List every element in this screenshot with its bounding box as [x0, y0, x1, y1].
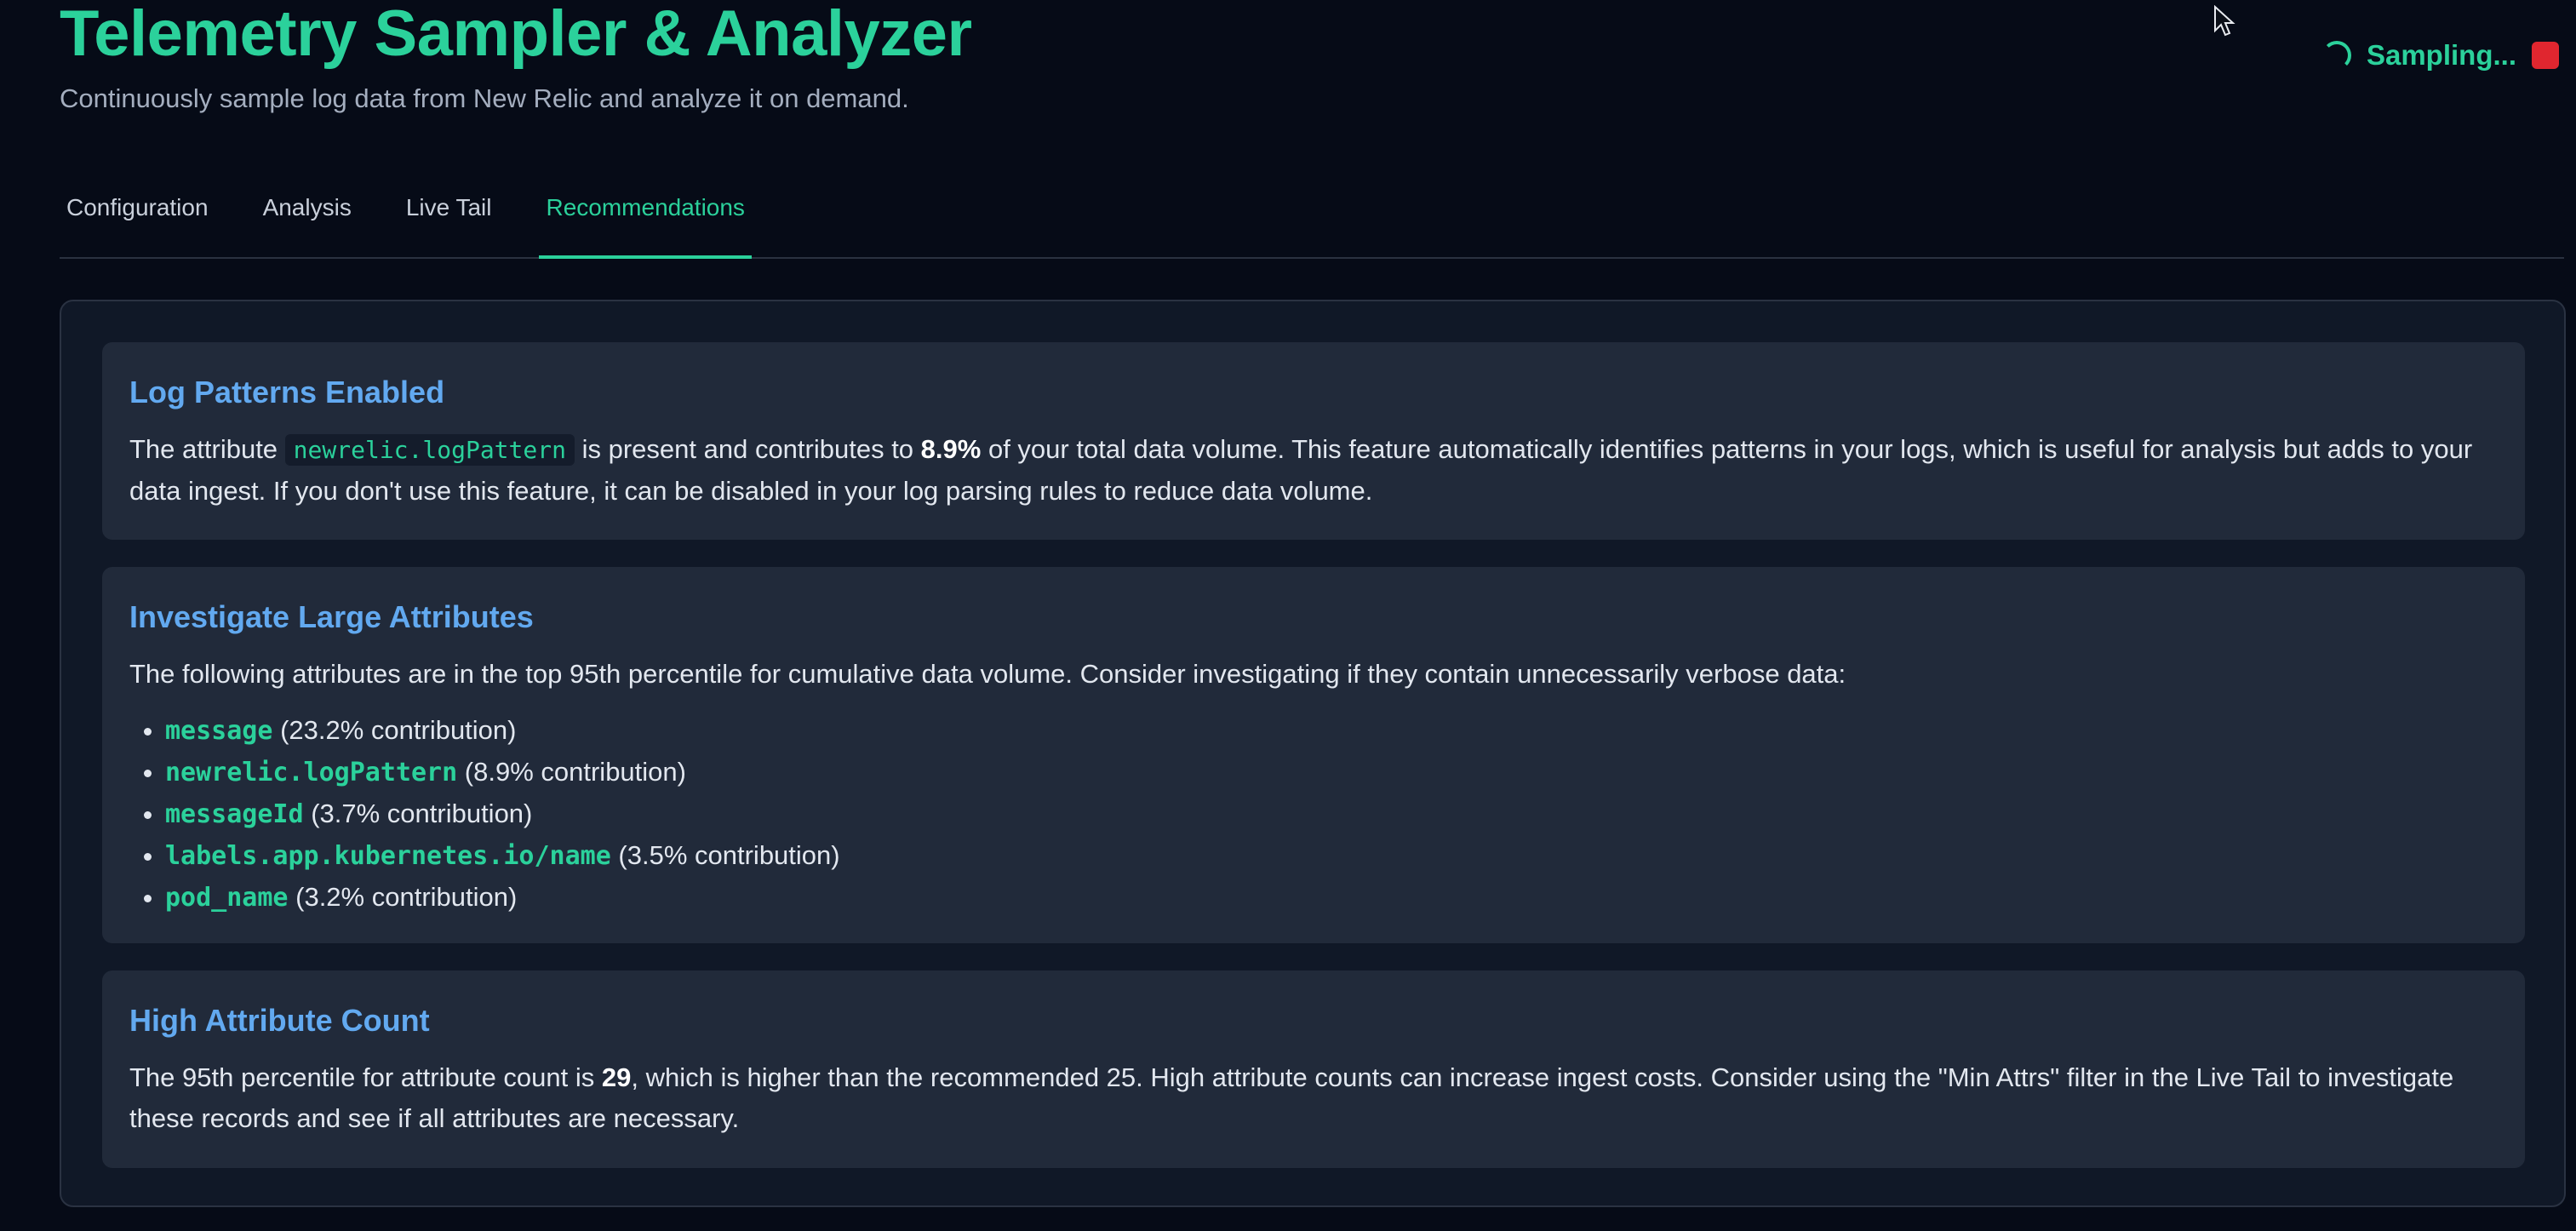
attribute-detail: (23.2% contribution): [280, 715, 517, 745]
card-body: The attribute newrelic.logPattern is pre…: [129, 429, 2498, 512]
tab-analysis[interactable]: Analysis: [256, 167, 358, 259]
sampling-status-label: Sampling...: [2366, 39, 2516, 71]
list-item: message (23.2% contribution): [165, 710, 2498, 752]
list-item: pod_name (3.2% contribution): [165, 877, 2498, 919]
body-text: The 95th percentile for attribute count …: [129, 1062, 595, 1092]
attribute-list: message (23.2% contribution) newrelic.lo…: [129, 710, 2498, 919]
card-body: The following attributes are in the top …: [129, 659, 1846, 689]
attribute-detail: (3.2% contribution): [295, 882, 518, 912]
large-attributes-card: Investigate Large Attributes The followi…: [102, 567, 2525, 943]
recommendations-panel: Log Patterns Enabled The attribute newre…: [60, 300, 2566, 1207]
attribute-detail: (8.9% contribution): [464, 757, 686, 787]
card-body: The 95th percentile for attribute count …: [129, 1057, 2498, 1139]
tab-recommendations[interactable]: Recommendations: [539, 167, 752, 259]
mouse-cursor-icon: [2214, 5, 2235, 37]
header: Telemetry Sampler & Analyzer Continuousl…: [60, 0, 972, 114]
attribute-name: newrelic.logPattern: [165, 758, 458, 787]
tab-configuration[interactable]: Configuration: [60, 167, 215, 259]
list-item: newrelic.logPattern (8.9% contribution): [165, 752, 2498, 793]
body-text: is present and contributes to: [581, 434, 914, 464]
body-text: The attribute: [129, 434, 278, 464]
stop-sampling-button[interactable]: [2532, 42, 2559, 69]
attribute-name: labels.app.kubernetes.io/name: [165, 841, 611, 871]
card-title: Log Patterns Enabled: [129, 375, 445, 409]
attribute-detail: (3.5% contribution): [618, 840, 840, 870]
attribute-name: messageId: [165, 799, 304, 829]
list-item: messageId (3.7% contribution): [165, 793, 2498, 835]
attribute-count-value: 29: [601, 1062, 632, 1092]
attribute-code: newrelic.logPattern: [284, 434, 575, 466]
attribute-name: pod_name: [165, 883, 289, 913]
attribute-count-card: High Attribute Count The 95th percentile…: [102, 970, 2525, 1168]
list-item: labels.app.kubernetes.io/name (3.5% cont…: [165, 835, 2498, 877]
page-subtitle: Continuously sample log data from New Re…: [60, 83, 909, 113]
spinner-icon: [2321, 41, 2351, 70]
attribute-detail: (3.7% contribution): [311, 799, 533, 828]
card-title: Investigate Large Attributes: [129, 599, 534, 634]
log-patterns-card: Log Patterns Enabled The attribute newre…: [102, 342, 2525, 540]
page-title: Telemetry Sampler & Analyzer: [60, 0, 972, 70]
card-title: High Attribute Count: [129, 1003, 430, 1038]
attribute-name: message: [165, 716, 273, 746]
percent-value: 8.9%: [920, 434, 982, 464]
tab-live-tail[interactable]: Live Tail: [399, 167, 499, 259]
sampling-status: Sampling...: [2321, 39, 2559, 72]
tab-bar: Configuration Analysis Live Tail Recomme…: [60, 167, 2564, 259]
